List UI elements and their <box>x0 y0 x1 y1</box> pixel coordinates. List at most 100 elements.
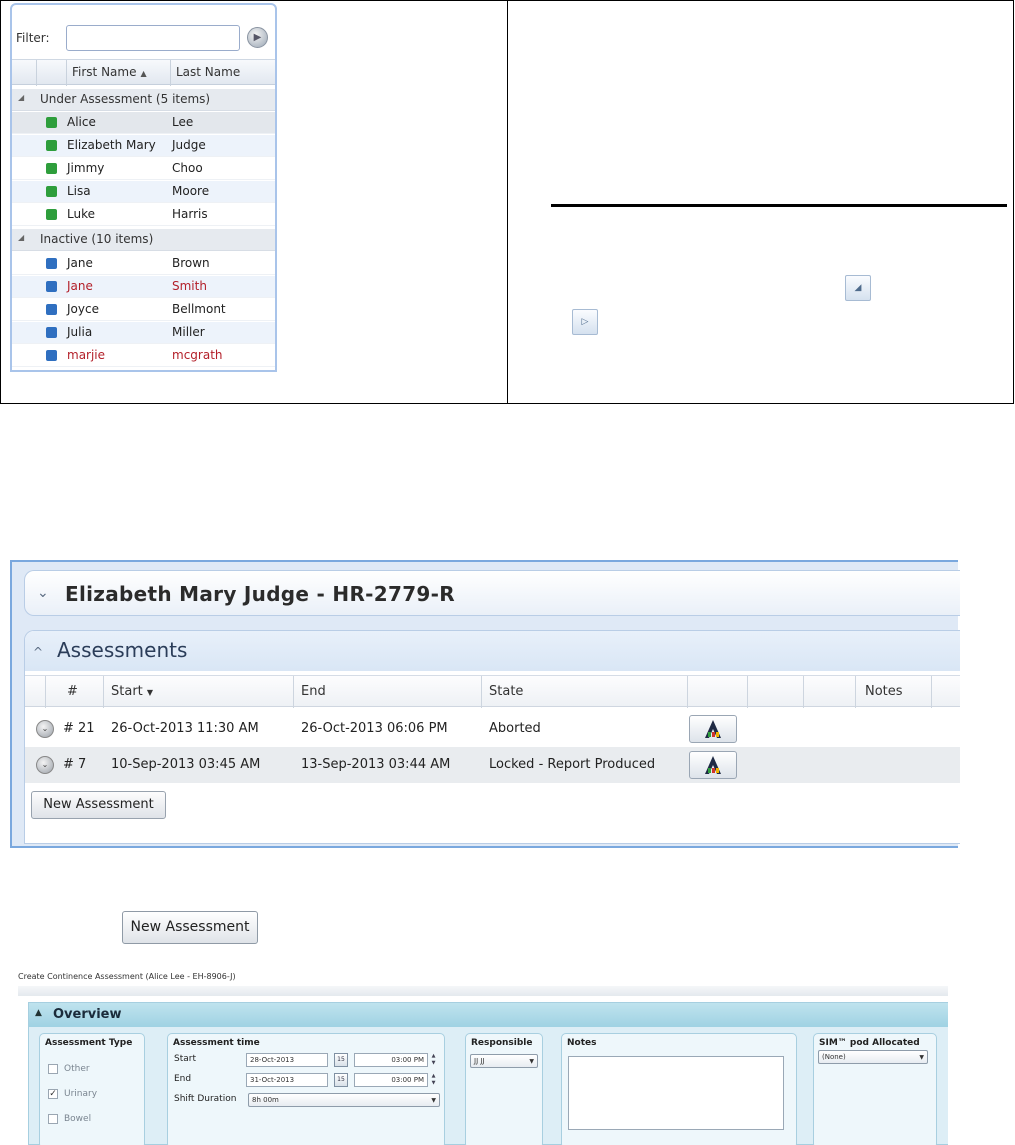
group-label: Inactive (10 items) <box>40 232 154 246</box>
shift-duration-label: Shift Duration <box>174 1094 237 1104</box>
column-separator <box>45 676 46 708</box>
column-separator <box>66 60 67 86</box>
person-row[interactable]: marjie mcgrath <box>12 345 275 367</box>
create-window-title: Create Continence Assessment (Alice Lee … <box>18 972 236 981</box>
report-a-icon <box>705 756 721 774</box>
people-list-panel: Filter: ▶ First Name ▲ Last Name ◢ Under … <box>10 3 277 372</box>
person-row[interactable]: Julia Miller <box>12 322 275 344</box>
filter-go-icon[interactable]: ▶ <box>247 27 268 48</box>
assessments-header[interactable]: ^ Assessments <box>25 631 960 671</box>
end-date-input[interactable]: 31-Oct-2013 <box>246 1073 328 1087</box>
start-time-input[interactable]: 03:00 PM <box>354 1053 428 1067</box>
first-name: marjie <box>67 348 106 362</box>
first-name: Joyce <box>67 302 99 316</box>
new-assessment-button[interactable]: New Assessment <box>31 791 166 819</box>
first-name: Jimmy <box>67 161 105 175</box>
person-title: Elizabeth Mary Judge - HR-2779-R <box>65 582 455 606</box>
first-name: Lisa <box>67 184 91 198</box>
first-name: Luke <box>67 207 95 221</box>
pod-heading: SIM™ pod Allocated <box>819 1038 920 1048</box>
assessment-row[interactable]: ⌄ # 21 26-Oct-2013 11:30 AM 26-Oct-2013 … <box>25 711 960 747</box>
column-separator <box>293 676 294 708</box>
group-expand-icon: ◢ <box>18 233 25 242</box>
overview-section: ▲ Overview Assessment Type Other ✓ Urina… <box>28 1002 948 1145</box>
person-row[interactable]: Alice Lee <box>12 112 275 134</box>
column-end[interactable]: End <box>301 684 326 699</box>
pod-box: SIM™ pod Allocated (None) ▼ <box>813 1033 937 1145</box>
column-start[interactable]: Start ▼ <box>111 684 153 699</box>
chevron-up-icon[interactable]: ▲ <box>35 1008 42 1018</box>
filter-label: Filter: <box>16 31 50 45</box>
last-name: Judge <box>172 138 206 152</box>
last-name: Moore <box>172 184 210 198</box>
end-time-spinner-icon[interactable]: ▲ ▼ <box>430 1073 437 1087</box>
row-expand-icon[interactable]: ⌄ <box>36 720 54 738</box>
expand-arrow-icon[interactable]: ▷ <box>572 309 598 335</box>
person-row[interactable]: Jimmy Choo <box>12 158 275 180</box>
chevron-up-icon[interactable]: ^ <box>33 645 43 659</box>
assessments-window: ⌄ Elizabeth Mary Judge - HR-2779-R ^ Ass… <box>10 560 960 848</box>
column-num[interactable]: # <box>67 684 78 699</box>
person-row[interactable]: Luke Harris <box>12 204 275 226</box>
start-date-input[interactable]: 28-Oct-2013 <box>246 1053 328 1067</box>
column-state[interactable]: State <box>489 684 523 699</box>
collapse-arrow-icon[interactable]: ◢ <box>845 275 871 301</box>
column-separator <box>36 60 37 86</box>
chevron-down-icon[interactable]: ⌄ <box>37 585 49 601</box>
person-row[interactable]: Jane Smith <box>12 276 275 298</box>
start-time-spinner-icon[interactable]: ▲ ▼ <box>430 1053 437 1067</box>
status-icon <box>46 140 57 151</box>
last-name: Bellmont <box>172 302 226 316</box>
first-name: Elizabeth Mary <box>67 138 156 152</box>
group-header-inactive[interactable]: ◢ Inactive (10 items) <box>12 229 275 251</box>
responsible-select[interactable]: JJ JJ ▼ <box>470 1054 538 1068</box>
assessment-time-heading: Assessment time <box>173 1038 260 1048</box>
column-start-label: Start <box>111 684 143 699</box>
other-checkbox[interactable] <box>48 1064 58 1074</box>
first-name: Jane <box>67 256 93 270</box>
shift-duration-select[interactable]: 8h 00m ▼ <box>248 1093 440 1107</box>
calendar-icon[interactable]: 15 <box>334 1053 348 1067</box>
column-separator <box>931 676 932 708</box>
overview-header[interactable]: ▲ Overview <box>29 1003 948 1027</box>
urinary-label: Urinary <box>64 1089 98 1099</box>
column-separator <box>103 676 104 708</box>
last-name: Lee <box>172 115 194 129</box>
column-last-name[interactable]: Last Name <box>176 65 240 79</box>
chevron-down-icon: ▼ <box>431 1097 436 1104</box>
group-header-under-assessment[interactable]: ◢ Under Assessment (5 items) <box>12 89 275 111</box>
person-row[interactable]: Elizabeth Mary Judge <box>12 135 275 157</box>
notes-textarea[interactable] <box>568 1056 784 1130</box>
person-row[interactable]: Lisa Moore <box>12 181 275 203</box>
assessment-type-heading: Assessment Type <box>45 1038 133 1048</box>
overview-title: Overview <box>53 1007 122 1022</box>
end-time-input[interactable]: 03:00 PM <box>354 1073 428 1087</box>
person-row[interactable]: Jane Brown <box>12 253 275 275</box>
person-header-bar[interactable]: ⌄ Elizabeth Mary Judge - HR-2779-R <box>24 570 960 616</box>
chevron-down-icon: ▼ <box>919 1054 924 1061</box>
status-icon <box>46 186 57 197</box>
status-icon <box>46 117 57 128</box>
assessment-start: 10-Sep-2013 03:45 AM <box>111 757 261 772</box>
pod-select[interactable]: (None) ▼ <box>818 1050 928 1064</box>
assessment-number: # 7 <box>63 757 87 772</box>
column-notes[interactable]: Notes <box>865 684 903 699</box>
column-separator <box>170 60 171 86</box>
column-first-name[interactable]: First Name ▲ <box>72 65 147 79</box>
person-row[interactable]: Joyce Bellmont <box>12 299 275 321</box>
urinary-checkbox[interactable]: ✓ <box>48 1089 58 1099</box>
assessment-row[interactable]: ⌄ # 7 10-Sep-2013 03:45 AM 13-Sep-2013 0… <box>25 747 960 783</box>
last-name: Smith <box>172 279 207 293</box>
last-name: mcgrath <box>172 348 223 362</box>
report-button[interactable] <box>689 751 737 779</box>
report-button[interactable] <box>689 715 737 743</box>
assessment-time-box: Assessment time Start 28-Oct-2013 15 03:… <box>167 1033 445 1145</box>
new-assessment-button-standalone[interactable]: New Assessment <box>122 911 258 944</box>
filter-input[interactable] <box>66 25 240 51</box>
row-expand-icon[interactable]: ⌄ <box>36 756 54 774</box>
start-label: Start <box>174 1054 196 1064</box>
assessment-end: 26-Oct-2013 06:06 PM <box>301 721 448 736</box>
column-first-name-label: First Name <box>72 65 137 79</box>
calendar-icon[interactable]: 15 <box>334 1073 348 1087</box>
bowel-checkbox[interactable] <box>48 1114 58 1124</box>
